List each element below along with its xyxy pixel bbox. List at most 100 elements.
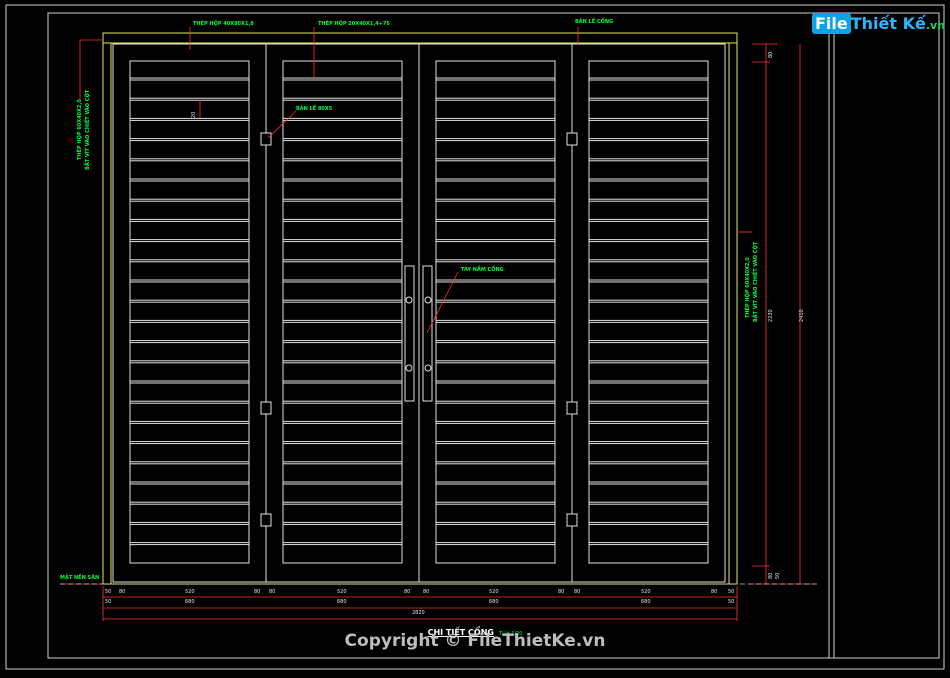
louver-slat	[435, 380, 556, 384]
louver-slat	[435, 239, 556, 243]
louver-slat	[282, 259, 403, 263]
louver-slat	[435, 97, 556, 101]
louver-slat	[282, 360, 403, 364]
louver-slat	[129, 340, 250, 344]
dim-right-outer: 2410	[799, 309, 805, 322]
louver-slat	[129, 178, 250, 182]
dim-right-bottom1: 80	[768, 572, 774, 579]
louver-slat	[588, 279, 709, 283]
louver-slat	[129, 501, 250, 505]
louver-slat	[129, 198, 250, 202]
louver-slat	[129, 279, 250, 283]
gate-outer-frame	[102, 32, 738, 585]
label-top-right: BẢN LỀ CỔNG	[575, 19, 614, 25]
dim-row2-label: 680	[489, 599, 499, 605]
dim-row1-label: 80	[711, 589, 718, 595]
hinge	[260, 513, 272, 527]
dim-row1-label: 80	[558, 589, 565, 595]
hinge	[260, 132, 272, 146]
logo-part3: .vn	[925, 19, 946, 32]
dim-total: 2820	[412, 610, 425, 616]
gate-leaf-inner-frame	[282, 60, 403, 564]
hinge	[566, 401, 578, 415]
dim-right-top: 80	[768, 51, 774, 58]
logo-part1: File	[812, 13, 851, 34]
gate-elevation-drawing	[5, 4, 945, 670]
louver-slat	[129, 218, 250, 222]
louver-slat	[282, 542, 403, 546]
hinge	[260, 401, 272, 415]
dim-row1-label: 80	[119, 589, 126, 595]
gate-leaf-inner-frame	[435, 60, 556, 564]
louver-slat	[588, 420, 709, 424]
louver-slat	[588, 138, 709, 142]
louver-slat	[588, 501, 709, 505]
louver-slat	[282, 501, 403, 505]
louver-slat	[588, 542, 709, 546]
louver-slat	[435, 420, 556, 424]
louver-slat	[282, 481, 403, 485]
louver-slat	[129, 461, 250, 465]
louver-slat	[588, 461, 709, 465]
hinge	[566, 132, 578, 146]
louver-slat	[282, 279, 403, 283]
louver-slat	[435, 218, 556, 222]
label-left-vertical-2: BẮT VÍT VÀO CHIẾT VÀO CỘT	[85, 89, 91, 170]
gate-leaf-frame	[571, 43, 726, 583]
cad-drawing-canvas: THÉP HỘP 40X80X1,8 THÉP HỘP 20X40X1,4+75…	[0, 0, 950, 674]
sheet-inner-border	[47, 12, 940, 659]
louver-slat	[129, 400, 250, 404]
louver-slat	[282, 521, 403, 525]
louver-slat	[435, 138, 556, 142]
louver-slat	[588, 198, 709, 202]
gate-leaf-frame	[265, 43, 420, 583]
louver-slat	[435, 542, 556, 546]
dim-row2-label: 50	[105, 599, 112, 605]
louver-slat	[435, 117, 556, 121]
louver-slat	[129, 420, 250, 424]
label-top-left: THÉP HỘP 40X80X1,8	[193, 21, 254, 27]
dim-row2-label: 50	[728, 599, 735, 605]
louver-slat	[129, 138, 250, 142]
sheet-outer-border	[5, 4, 945, 670]
louver-slat	[588, 97, 709, 101]
dim-row2-label: 680	[185, 599, 195, 605]
louver-slat	[282, 299, 403, 303]
louver-slat	[129, 380, 250, 384]
louver-slat	[129, 360, 250, 364]
louver-slat	[282, 198, 403, 202]
dim-row1-label: 80	[404, 589, 411, 595]
louver-slat	[282, 158, 403, 162]
dim-row1-label: 520	[185, 589, 195, 595]
louver-slat	[282, 461, 403, 465]
label-top-mid: THÉP HỘP 20X40X1,4+75	[318, 21, 390, 27]
louver-slat	[129, 319, 250, 323]
dim-right-inner: 2230	[768, 309, 774, 322]
louver-slat	[435, 360, 556, 364]
louver-slat	[129, 542, 250, 546]
louver-slat	[435, 178, 556, 182]
louver-slat	[435, 319, 556, 323]
louver-slat	[588, 360, 709, 364]
louver-slat	[435, 461, 556, 465]
louver-slat	[282, 420, 403, 424]
gate-leaf-frame	[418, 43, 573, 583]
louver-slat	[588, 77, 709, 81]
gate-leaves	[112, 43, 726, 583]
dim-row2-label: 680	[337, 599, 347, 605]
louver-slat	[129, 239, 250, 243]
louver-slat	[588, 319, 709, 323]
louver-slat	[435, 400, 556, 404]
louver-slat	[435, 481, 556, 485]
hinge	[566, 513, 578, 527]
louver-slat	[435, 441, 556, 445]
louver-slat	[129, 299, 250, 303]
gate-leaf-inner-frame	[588, 60, 709, 564]
louver-slat	[282, 441, 403, 445]
louver-slat	[435, 158, 556, 162]
louver-slat	[588, 441, 709, 445]
logo-part2: Thiết Kế	[850, 14, 926, 33]
label-right-vertical-1: THÉP HỘP 60X40X2,0	[745, 257, 751, 318]
dim-row1-label: 520	[641, 589, 651, 595]
louver-slat	[282, 319, 403, 323]
